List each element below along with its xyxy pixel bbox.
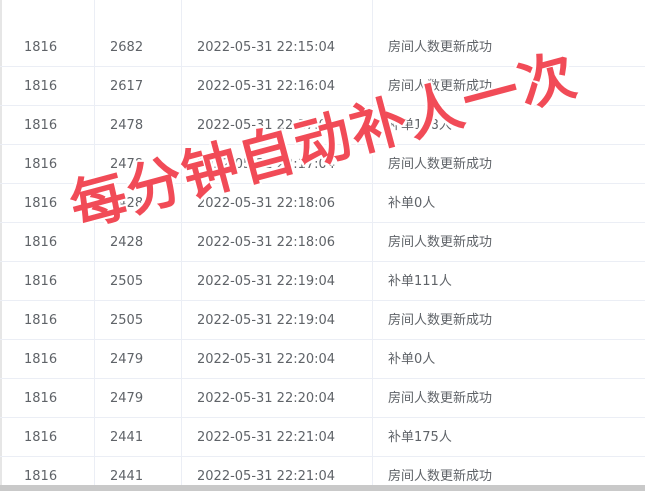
cell-time: 2022-05-31 22:19:04	[197, 313, 336, 328]
cell-count: 2478	[110, 118, 144, 133]
cell-time: 2022-05-31 22:17:04	[197, 118, 336, 133]
cell-message: 补单175人	[388, 430, 452, 445]
cell-message: 房间人数更新成功	[388, 157, 493, 172]
cell-message: 房间人数更新成功	[388, 313, 493, 328]
cell-count: 2441	[110, 430, 144, 445]
cell-count: 2479	[110, 391, 144, 406]
cell-time: 2022-05-31 22:15:04	[197, 40, 336, 55]
cell-message: 补单138人	[388, 118, 452, 133]
cell-message: 房间人数更新成功	[388, 79, 493, 94]
table-row: 1816 2478 2022-05-31 22:17:04 补单138人	[0, 106, 645, 145]
table-row: 1816 2505 2022-05-31 22:19:04 补单111人	[0, 262, 645, 301]
table-row: 1816 2441 2022-05-31 22:21:04 补单175人	[0, 418, 645, 457]
cell-time: 2022-05-31 22:16:04	[197, 79, 336, 94]
cell-id: 1816	[24, 40, 58, 55]
cell-count: 2682	[110, 40, 144, 55]
cell-count: 2428	[110, 196, 144, 211]
cell-count: 2505	[110, 313, 144, 328]
table-row: 1816 2428 2022-05-31 22:18:06 补单0人	[0, 184, 645, 223]
cell-count: 2478	[110, 157, 144, 172]
table-row: 1816 2479 2022-05-31 22:20:04 补单0人	[0, 340, 645, 379]
table-row: 1816 2682 2022-05-31 22:15:04 房间人数更新成功	[0, 28, 645, 67]
cell-time: 2022-05-31 22:18:06	[197, 196, 336, 211]
cell-time: 2022-05-31 22:19:04	[197, 274, 336, 289]
cell-count: 2479	[110, 352, 144, 367]
cell-time: 2022-05-31 22:20:04	[197, 391, 336, 406]
table-row: 1816 2478 2022-05-31 22:17:04 房间人数更新成功	[0, 145, 645, 184]
cell-id: 1816	[24, 79, 58, 94]
table-row: 1816 2479 2022-05-31 22:20:04 房间人数更新成功	[0, 379, 645, 418]
cell-message: 房间人数更新成功	[388, 391, 493, 406]
cell-id: 1816	[24, 430, 58, 445]
cell-message: 房间人数更新成功	[388, 40, 493, 55]
table-row: 1816 2505 2022-05-31 22:19:04 房间人数更新成功	[0, 301, 645, 340]
cell-message: 补单0人	[388, 352, 436, 367]
cell-count: 2617	[110, 79, 144, 94]
cell-id: 1816	[24, 157, 58, 172]
cell-id: 1816	[24, 235, 58, 250]
cell-message: 房间人数更新成功	[388, 235, 493, 250]
cell-id: 1816	[24, 274, 58, 289]
cell-count: 2505	[110, 274, 144, 289]
cell-time: 2022-05-31 22:21:04	[197, 430, 336, 445]
table-row: 1816 2617 2022-05-31 22:16:04 房间人数更新成功	[0, 67, 645, 106]
cell-message: 补单111人	[388, 274, 452, 289]
cell-message: 补单0人	[388, 196, 436, 211]
cell-id: 1816	[24, 118, 58, 133]
cell-time: 2022-05-31 22:17:04	[197, 157, 336, 172]
cell-time: 2022-05-31 22:18:06	[197, 235, 336, 250]
cell-id: 1816	[24, 313, 58, 328]
table-row: 1816 2428 2022-05-31 22:18:06 房间人数更新成功	[0, 223, 645, 262]
cell-id: 1816	[24, 196, 58, 211]
horizontal-scrollbar[interactable]	[0, 485, 645, 491]
cell-id: 1816	[24, 352, 58, 367]
cell-count: 2428	[110, 235, 144, 250]
cell-time: 2022-05-31 22:20:04	[197, 352, 336, 367]
cell-id: 1816	[24, 391, 58, 406]
